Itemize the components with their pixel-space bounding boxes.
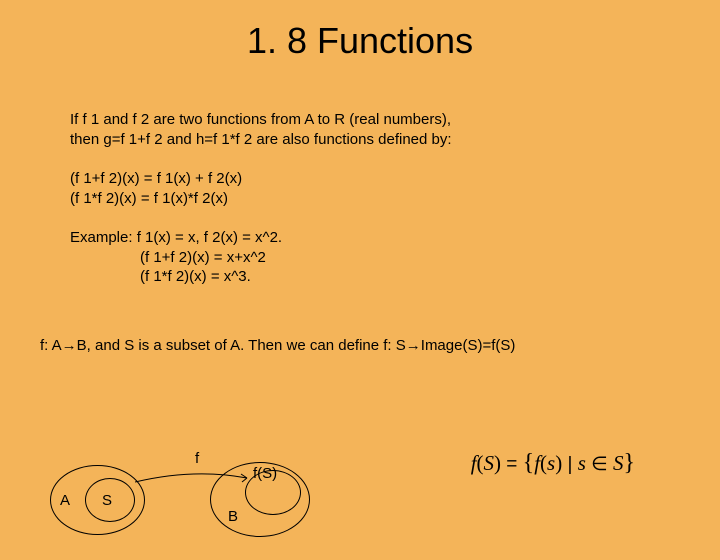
example-line-1: Example: f 1(x) = x, f 2(x) = x^2. [70,228,680,248]
intro-paragraph: If f 1 and f 2 are two functions from A … [70,110,680,149]
definitions-block: (f 1+f 2)(x) = f 1(x) + f 2(x) (f 1*f 2)… [70,169,680,208]
slide-title: 1. 8 Functions [0,20,720,62]
intro-line-1: If f 1 and f 2 are two functions from A … [70,110,680,130]
label-f: f [195,450,199,467]
formula-s2: s [578,451,586,475]
def-product: (f 1*f 2)(x) = f 1(x)*f 2(x) [70,189,680,209]
label-s: S [102,492,112,509]
set-formula: f(S) = {f(s) | s ∈ S} [471,450,635,477]
label-b: B [228,508,238,525]
image-definition-text: f: A→B, and S is a subset of A. Then we … [0,337,720,354]
label-a: A [60,492,70,509]
formula-s1: s [547,451,555,475]
formula-S2: S [613,451,624,475]
content-block: If f 1 and f 2 are two functions from A … [0,110,720,287]
label-fs: f(S) [253,465,277,482]
example-block: Example: f 1(x) = x, f 2(x) = x^2. (f 1+… [70,228,680,287]
def-sum: (f 1+f 2)(x) = f 1(x) + f 2(x) [70,169,680,189]
example-line-2: (f 1+f 2)(x) = x+x^2 [70,248,680,268]
intro-line-2: then g=f 1+f 2 and h=f 1*f 2 are also fu… [70,130,680,150]
example-line-3: (f 1*f 2)(x) = x^3. [70,267,680,287]
diagram-row: A S f B f(S) f(S) = {f(s) | s ∈ S} [50,450,690,540]
formula-S1: S [484,451,495,475]
